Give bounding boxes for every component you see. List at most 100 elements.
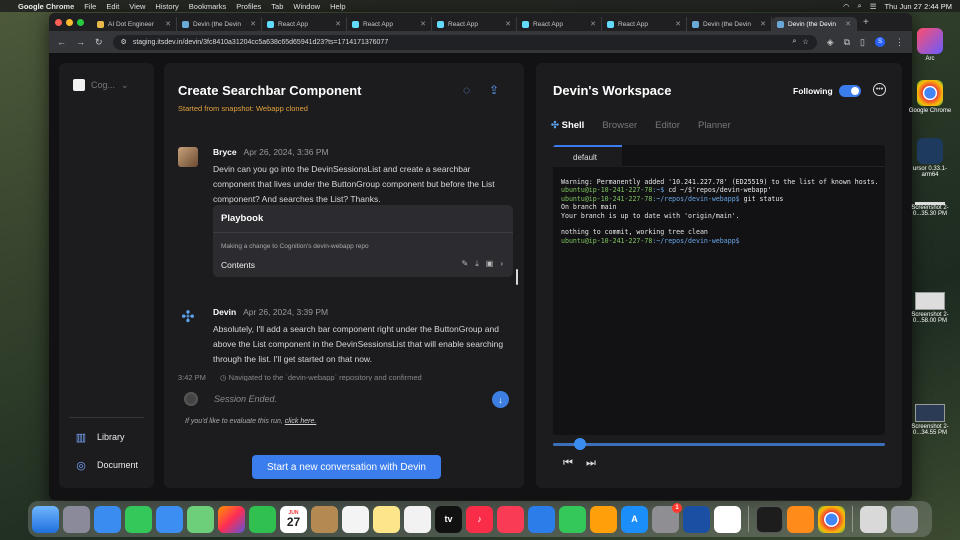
new-tab-icon[interactable]: + (863, 17, 869, 28)
downloads-stack-icon[interactable] (860, 505, 887, 533)
scroll-down-button[interactable]: ↓ (492, 391, 509, 408)
browser-tab[interactable]: React App ✕ (262, 17, 347, 31)
close-tab-icon[interactable]: ✕ (590, 20, 596, 28)
search-icon[interactable]: ⌕ (858, 1, 862, 11)
close-tab-icon[interactable]: ✕ (420, 20, 426, 28)
more-options-icon[interactable]: ••• (873, 83, 886, 96)
chat-input[interactable]: Session Ended. (214, 394, 277, 404)
app-store-icon[interactable]: A (621, 505, 648, 533)
new-conversation-button[interactable]: Start a new conversation with Devin (252, 455, 441, 479)
launchpad-icon[interactable] (63, 505, 90, 533)
news-icon[interactable] (497, 505, 524, 533)
edit-icon[interactable]: ✎ (462, 259, 469, 269)
desktop-item-arc[interactable]: Arc (905, 28, 955, 62)
sublime-icon[interactable] (787, 505, 814, 533)
zoom-window-button[interactable] (77, 18, 84, 26)
save-icon[interactable]: ▣ (486, 259, 494, 269)
playback-scrubber-handle[interactable] (573, 438, 586, 450)
menu-profiles[interactable]: Profiles (236, 2, 261, 11)
browser-tab[interactable]: Devin (the Devin ✕ (177, 17, 262, 31)
browser-tab-active[interactable]: Devin (the Devin ✕ (772, 17, 857, 31)
messages-icon[interactable] (125, 505, 152, 533)
reload-icon[interactable]: ↻ (95, 37, 103, 48)
back-icon[interactable]: ← (57, 37, 66, 47)
tab-shell[interactable]: ✣ Shell (551, 120, 584, 131)
tab-browser[interactable]: Browser (602, 120, 637, 131)
browser-tab[interactable]: AI Dot Engineer ✕ (92, 17, 177, 31)
minimize-window-button[interactable] (66, 18, 73, 26)
contacts-icon[interactable] (311, 505, 338, 533)
playbook-card[interactable]: Playbook Making a change to Cognition's … (213, 205, 513, 277)
extension-icon[interactable]: ◈ (827, 37, 834, 48)
menu-window[interactable]: Window (293, 2, 320, 11)
notes-icon[interactable] (373, 505, 400, 533)
freeform-icon[interactable] (404, 505, 431, 533)
tab-planner[interactable]: Planner (698, 120, 731, 131)
menubar-clock[interactable]: Thu Jun 27 2:44 PM (884, 2, 952, 11)
menu-edit[interactable]: Edit (106, 2, 119, 11)
skip-forward-icon[interactable]: ⏭ (586, 457, 596, 470)
keynote-icon[interactable] (528, 505, 555, 533)
wifi-icon[interactable]: ◠ (843, 2, 850, 11)
bookmark-star-icon[interactable]: ☆ (802, 38, 808, 46)
extensions-puzzle-icon[interactable]: ⧉ (844, 37, 850, 48)
close-tab-icon[interactable]: ✕ (760, 20, 766, 28)
photos-icon[interactable] (218, 505, 245, 533)
pages-icon[interactable] (590, 505, 617, 533)
menu-file[interactable]: File (84, 2, 96, 11)
terminal-app-icon[interactable] (756, 505, 783, 533)
browser-tab[interactable]: React App ✕ (347, 17, 432, 31)
trash-icon[interactable] (891, 505, 918, 533)
org-switcher[interactable]: Cog... ⌄ (73, 79, 129, 91)
side-panel-icon[interactable]: ▯ (860, 37, 865, 48)
following-toggle[interactable] (839, 85, 861, 97)
system-settings-icon[interactable]: 1 (652, 502, 682, 533)
evaluate-run-link[interactable]: click here. (285, 418, 317, 425)
desktop-item-screenshot[interactable]: Screenshot 2-0...58.00 PM (905, 292, 955, 324)
browser-tab[interactable]: React App ✕ (517, 17, 602, 31)
desktop-item-cursor[interactable]: ursor 0.33.1-arm64 (905, 138, 955, 178)
menu-help[interactable]: Help (330, 2, 345, 11)
menu-tab[interactable]: Tab (271, 2, 283, 11)
menu-history[interactable]: History (155, 2, 178, 11)
download-icon[interactable]: ⤓ (475, 259, 479, 269)
close-tab-icon[interactable]: ✕ (165, 20, 171, 28)
sidebar-item-documents[interactable]: ◎ Document (75, 459, 138, 472)
control-center-icon[interactable]: ☰ (870, 2, 877, 11)
desktop-item-chrome[interactable]: Google Chrome (905, 80, 955, 114)
tab-editor[interactable]: Editor (655, 120, 680, 131)
browser-tab[interactable]: React App ✕ (432, 17, 517, 31)
reminders-icon[interactable] (342, 505, 369, 533)
finder-icon[interactable] (32, 505, 59, 533)
desktop-item-screenshot[interactable]: Screenshot 2-0...34.55 PM (905, 404, 955, 436)
zoom-icon[interactable]: ⌕ (792, 38, 796, 46)
close-tab-icon[interactable]: ✕ (505, 20, 511, 28)
terminal-tab-default[interactable]: default (553, 145, 622, 167)
mail-icon[interactable] (156, 505, 183, 533)
middle-resize-handle[interactable] (516, 269, 518, 285)
close-window-button[interactable] (55, 18, 62, 26)
browser-tab[interactable]: Devin (the Devin ✕ (687, 17, 772, 31)
slack-icon[interactable] (714, 505, 741, 533)
apple-tv-icon[interactable]: tv (435, 505, 462, 533)
close-tab-icon[interactable]: ✕ (675, 20, 681, 28)
profile-avatar[interactable]: S (875, 37, 885, 47)
menu-view[interactable]: View (129, 2, 145, 11)
browser-tab[interactable]: React App ✕ (602, 17, 687, 31)
site-info-icon[interactable]: ⚙ (121, 38, 127, 46)
close-tab-icon[interactable]: ✕ (335, 20, 341, 28)
address-bar[interactable]: ⚙ staging.itsdev.in/devin/3fc8410a31204c… (112, 34, 817, 50)
menu-app-name[interactable]: Google Chrome (18, 2, 74, 11)
terminal[interactable]: default Warning: Permanently added '10.2… (553, 145, 885, 435)
close-tab-icon[interactable]: ✕ (250, 20, 256, 28)
1password-icon[interactable] (683, 505, 710, 533)
desktop-item-screenshot[interactable]: Screenshot 2-0...35.30 PM (905, 202, 955, 217)
forward-icon[interactable]: → (76, 37, 85, 47)
sidebar-item-library[interactable]: ▥ Library (75, 431, 125, 444)
safari-icon[interactable] (94, 505, 121, 533)
facetime-icon[interactable] (249, 505, 276, 533)
chrome-dock-icon[interactable] (818, 505, 845, 533)
maps-icon[interactable] (187, 505, 214, 533)
share-icon[interactable]: ⇪ (489, 83, 499, 97)
browser-menu-icon[interactable]: ⋮ (895, 37, 904, 48)
